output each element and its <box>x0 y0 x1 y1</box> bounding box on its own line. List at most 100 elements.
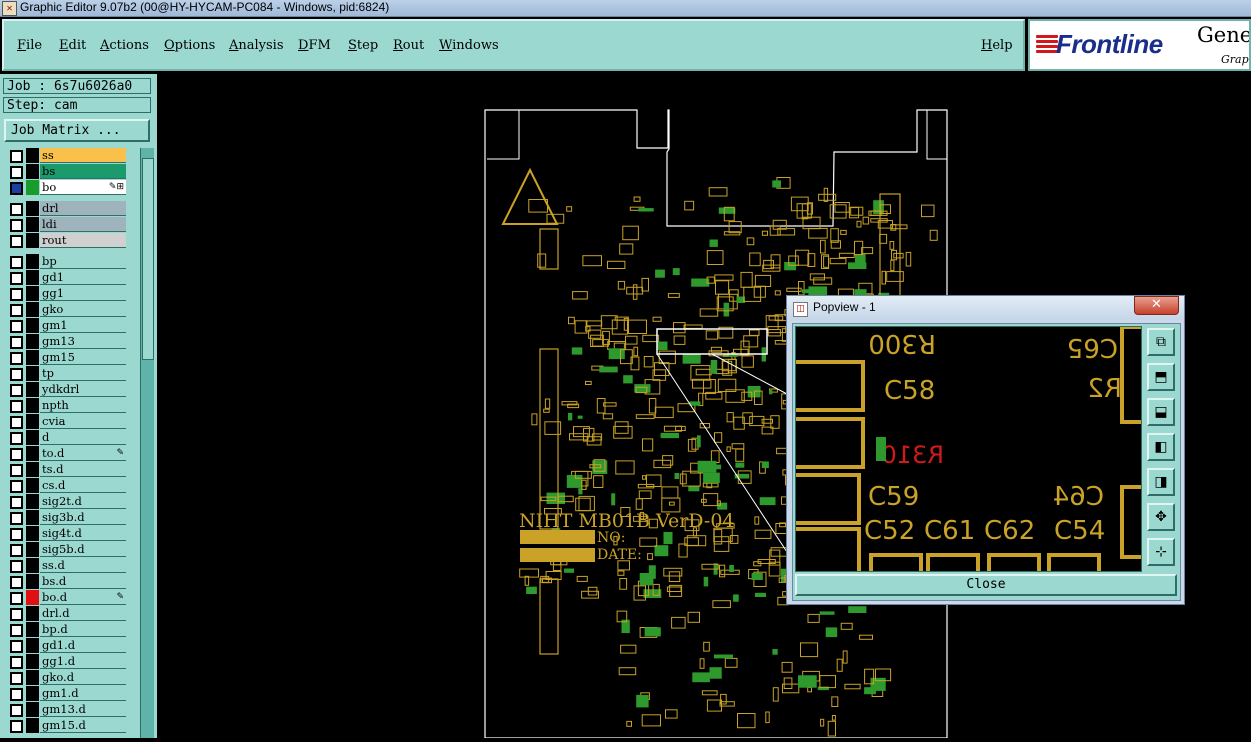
pan-up-icon[interactable]: ⬒ <box>1147 363 1175 391</box>
layer-row[interactable]: ss <box>4 148 126 163</box>
layer-name[interactable]: gko <box>40 302 126 317</box>
layer-row[interactable]: sig4t.d <box>4 526 126 541</box>
layer-checkbox[interactable] <box>10 272 23 285</box>
layer-row[interactable]: bo ✎⊞ <box>4 180 126 195</box>
layer-color-swatch[interactable] <box>26 414 39 429</box>
layer-row[interactable]: tp <box>4 366 126 381</box>
layer-checkbox[interactable] <box>10 688 23 701</box>
popview-titlebar[interactable]: ◫ Popview - 1 ✕ <box>787 296 1184 320</box>
layer-color-swatch[interactable] <box>26 201 39 216</box>
close-button[interactable]: Close <box>795 574 1177 596</box>
layer-color-swatch[interactable] <box>26 382 39 397</box>
menu-step[interactable]: Step <box>348 38 378 53</box>
layer-row[interactable]: ts.d <box>4 462 126 477</box>
layer-row[interactable]: gg1.d <box>4 654 126 669</box>
menu-actions[interactable]: Actions <box>100 38 149 53</box>
layer-checkbox[interactable] <box>10 288 23 301</box>
layer-color-swatch[interactable] <box>26 542 39 557</box>
layer-name[interactable]: sig2t.d <box>40 494 126 509</box>
layer-checkbox[interactable] <box>10 576 23 589</box>
layer-name[interactable]: gm13.d <box>40 702 126 717</box>
layer-checkbox[interactable] <box>10 592 23 605</box>
layer-row[interactable]: gg1 <box>4 286 126 301</box>
layer-color-swatch[interactable] <box>26 286 39 301</box>
layer-name[interactable]: ss.d <box>40 558 126 573</box>
layer-row[interactable]: gm1 <box>4 318 126 333</box>
layer-checkbox[interactable] <box>10 304 23 317</box>
layer-color-swatch[interactable] <box>26 366 39 381</box>
layer-row[interactable]: npth <box>4 398 126 413</box>
layer-color-swatch[interactable] <box>26 233 39 248</box>
layer-row[interactable]: bs.d <box>4 574 126 589</box>
layer-name[interactable]: sig5b.d <box>40 542 126 557</box>
menu-options[interactable]: Options <box>164 38 215 53</box>
layer-checkbox[interactable] <box>10 480 23 493</box>
layer-color-swatch[interactable] <box>26 606 39 621</box>
menu-windows[interactable]: Windows <box>439 38 499 53</box>
layer-row[interactable]: d <box>4 430 126 445</box>
layer-color-swatch[interactable] <box>26 670 39 685</box>
layer-row[interactable]: drl <box>4 201 126 216</box>
layer-row[interactable]: sig2t.d <box>4 494 126 509</box>
menu-edit[interactable]: Edit <box>59 38 86 53</box>
layer-name[interactable]: gm13 <box>40 334 126 349</box>
layer-color-swatch[interactable] <box>26 350 39 365</box>
layer-checkbox[interactable] <box>10 464 23 477</box>
layer-checkbox[interactable] <box>10 640 23 653</box>
menu-dfm[interactable]: DFM <box>298 38 331 53</box>
layer-checkbox[interactable] <box>10 368 23 381</box>
layer-name[interactable]: drl.d <box>40 606 126 621</box>
layer-row[interactable]: sig5b.d <box>4 542 126 557</box>
layer-name[interactable]: bs.d <box>40 574 126 589</box>
layer-name[interactable]: cvia <box>40 414 126 429</box>
layer-row[interactable]: bs <box>4 164 126 179</box>
zoom-fit-icon[interactable]: ⧉ <box>1147 328 1175 356</box>
layer-row[interactable]: bo.d ✎ <box>4 590 126 605</box>
layer-name[interactable]: tp <box>40 366 126 381</box>
layer-color-swatch[interactable] <box>26 494 39 509</box>
pan-right-icon[interactable]: ◨ <box>1147 468 1175 496</box>
layer-row[interactable]: gm15.d <box>4 718 126 733</box>
layer-checkbox[interactable] <box>10 336 23 349</box>
layer-color-swatch[interactable] <box>26 302 39 317</box>
layer-name[interactable]: rout <box>40 233 126 248</box>
menu-rout[interactable]: Rout <box>393 38 424 53</box>
layer-row[interactable]: ldi <box>4 217 126 232</box>
layer-color-swatch[interactable] <box>26 526 39 541</box>
layer-checkbox[interactable] <box>10 219 23 232</box>
layer-checkbox[interactable] <box>10 203 23 216</box>
layer-checkbox[interactable] <box>10 256 23 269</box>
layer-row[interactable]: cs.d <box>4 478 126 493</box>
layer-color-swatch[interactable] <box>26 638 39 653</box>
layer-row[interactable]: gm1.d <box>4 686 126 701</box>
layer-name[interactable]: gm1 <box>40 318 126 333</box>
layer-row[interactable]: gm15 <box>4 350 126 365</box>
layer-checkbox[interactable] <box>10 720 23 733</box>
scrollbar-thumb[interactable] <box>142 158 154 360</box>
layer-color-swatch[interactable] <box>26 622 39 637</box>
layer-checkbox[interactable] <box>10 384 23 397</box>
layer-scrollbar[interactable] <box>140 148 154 738</box>
layer-checkbox[interactable] <box>10 544 23 557</box>
layer-checkbox[interactable] <box>10 672 23 685</box>
layer-color-swatch[interactable] <box>26 446 39 461</box>
layer-checkbox[interactable] <box>10 560 23 573</box>
job-matrix-button[interactable]: Job Matrix ... <box>4 119 150 142</box>
layer-checkbox[interactable] <box>10 432 23 445</box>
layer-row[interactable]: gm13.d <box>4 702 126 717</box>
layer-name[interactable]: bp.d <box>40 622 126 637</box>
layer-row[interactable]: gko.d <box>4 670 126 685</box>
layer-name[interactable]: gm1.d <box>40 686 126 701</box>
layer-name[interactable]: ldi <box>40 217 126 232</box>
layer-row[interactable]: gd1.d <box>4 638 126 653</box>
layer-name[interactable]: gko.d <box>40 670 126 685</box>
layer-name[interactable]: bs <box>40 164 126 179</box>
layer-color-swatch[interactable] <box>26 590 39 605</box>
layer-color-swatch[interactable] <box>26 180 39 195</box>
layer-name[interactable]: gd1.d <box>40 638 126 653</box>
layer-name[interactable]: cs.d <box>40 478 126 493</box>
layer-name[interactable]: gg1.d <box>40 654 126 669</box>
pan-left-icon[interactable]: ◧ <box>1147 433 1175 461</box>
layer-name[interactable]: sig3b.d <box>40 510 126 525</box>
menu-help[interactable]: Help <box>981 38 1013 53</box>
